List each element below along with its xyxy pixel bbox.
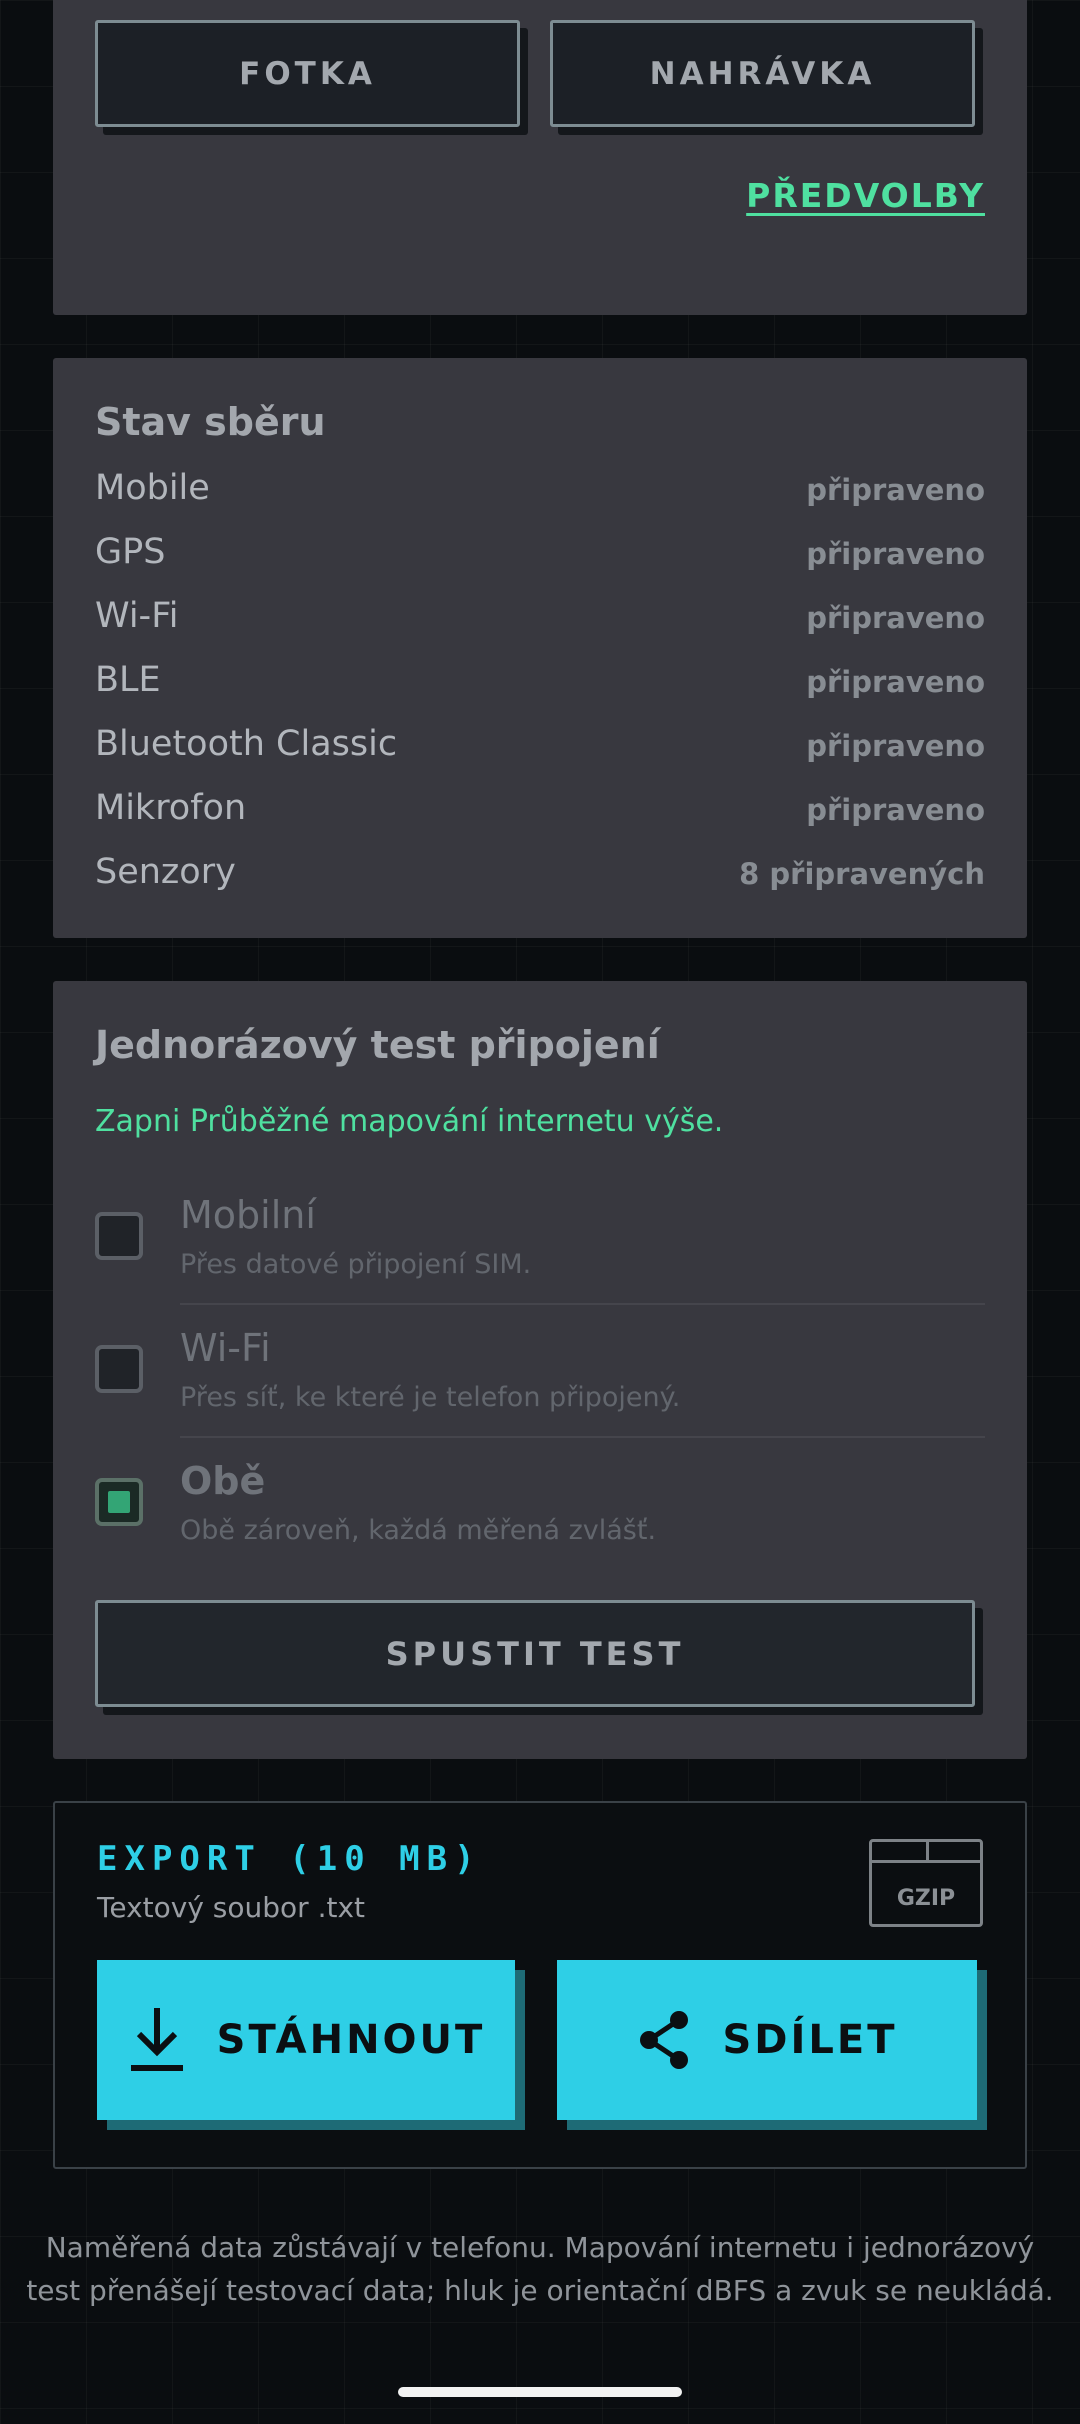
privacy-note-line-2: test přenášejí testovací data; hluk je o… xyxy=(26,2274,1054,2307)
download-button[interactable]: STÁHNOUT xyxy=(97,1960,515,2120)
photo-button[interactable]: FOTKA xyxy=(95,20,520,127)
presets-link[interactable]: PŘEDVOLBY xyxy=(746,176,985,215)
gzip-label: GZIP xyxy=(896,1886,956,1911)
status-label-mobile: Mobile xyxy=(95,468,210,508)
option-divider xyxy=(180,1303,985,1305)
export-title: EXPORT (10 MB) xyxy=(97,1839,482,1879)
connection-test-card: Jednorázový test připojení Zapni Průběžn… xyxy=(53,981,1027,1759)
status-value-sensors: 8 připravených xyxy=(739,857,985,891)
status-label-sensors: Senzory xyxy=(95,852,236,892)
privacy-note: Naměřená data zůstávají v telefonu. Mapo… xyxy=(0,2226,1080,2312)
option-both-title: Obě xyxy=(180,1459,266,1503)
status-value-ble: připraveno xyxy=(806,665,985,699)
gzip-badge-notch xyxy=(926,1842,929,1860)
status-value-bluetooth-classic: připraveno xyxy=(806,729,985,763)
home-indicator[interactable] xyxy=(398,2387,682,2397)
status-label-gps: GPS xyxy=(95,532,166,572)
gzip-badge-top-bar xyxy=(872,1860,980,1863)
media-card: FOTKA NAHRÁVKA PŘEDVOLBY xyxy=(53,0,1027,315)
status-label-wifi: Wi-Fi xyxy=(95,596,179,636)
recording-button[interactable]: NAHRÁVKA xyxy=(550,20,975,127)
share-icon xyxy=(639,2011,688,2069)
status-label-bluetooth-classic: Bluetooth Classic xyxy=(95,724,398,764)
download-label: STÁHNOUT xyxy=(216,2017,486,2063)
export-card: EXPORT (10 MB) Textový soubor .txt GZIP … xyxy=(53,1801,1027,2169)
option-both-subtitle: Obě zároveň, každá měřená zvlášť. xyxy=(180,1515,657,1546)
gzip-badge[interactable]: GZIP xyxy=(869,1839,983,1927)
checkbox-both[interactable] xyxy=(95,1478,143,1526)
option-wifi-title: Wi-Fi xyxy=(180,1326,271,1370)
download-icon xyxy=(130,2008,183,2071)
status-title: Stav sběru xyxy=(95,400,326,444)
option-mobile-title: Mobilní xyxy=(180,1193,316,1237)
status-value-mobile: připraveno xyxy=(806,473,985,507)
status-value-wifi: připraveno xyxy=(806,601,985,635)
run-test-button[interactable]: SPUSTIT TEST xyxy=(95,1600,975,1707)
status-value-microphone: připraveno xyxy=(806,793,985,827)
option-divider xyxy=(180,1436,985,1438)
status-label-microphone: Mikrofon xyxy=(95,788,247,828)
option-mobile-subtitle: Přes datové připojení SIM. xyxy=(180,1249,532,1280)
status-value-gps: připraveno xyxy=(806,537,985,571)
export-subtitle: Textový soubor .txt xyxy=(97,1891,366,1924)
status-card: Stav sběru Mobile připraveno GPS připrav… xyxy=(53,358,1027,938)
connection-test-title: Jednorázový test připojení xyxy=(95,1023,660,1067)
connection-test-hint: Zapni Průběžné mapování internetu výše. xyxy=(95,1104,724,1139)
privacy-note-line-1: Naměřená data zůstávají v telefonu. Mapo… xyxy=(45,2231,1035,2264)
status-label-ble: BLE xyxy=(95,660,161,700)
option-wifi-subtitle: Přes síť, ke které je telefon připojený. xyxy=(180,1382,681,1413)
share-label: SDÍLET xyxy=(722,2017,898,2063)
checkbox-mobile[interactable] xyxy=(95,1212,143,1260)
checkbox-wifi[interactable] xyxy=(95,1345,143,1393)
share-button[interactable]: SDÍLET xyxy=(557,1960,977,2120)
